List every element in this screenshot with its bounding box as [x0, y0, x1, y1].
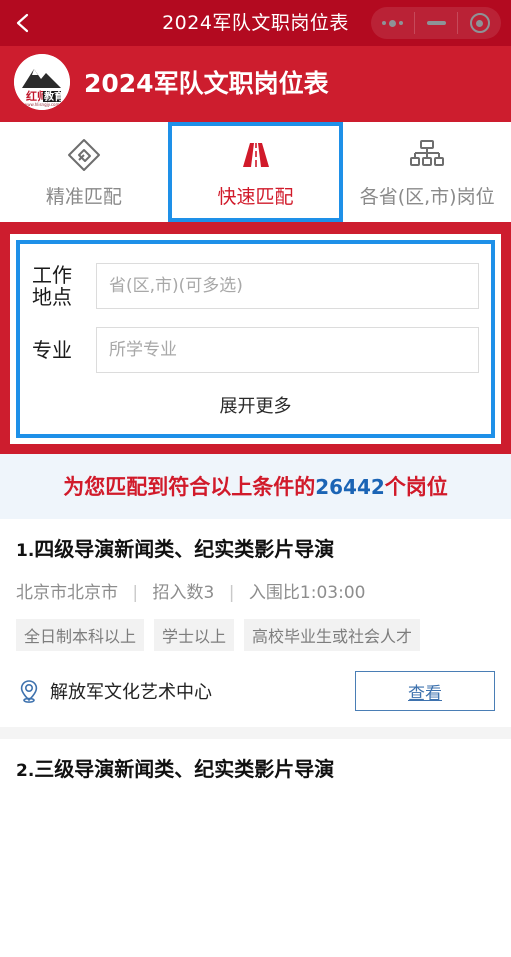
match-count: 26442 — [315, 475, 385, 499]
job-title: 1.四级导演新闻类、纪实类影片导演 — [16, 537, 495, 562]
window-close-button[interactable] — [458, 7, 501, 39]
tab-precise-match[interactable]: 精准匹配 — [0, 122, 168, 222]
job-meta: 北京市北京市 | 招入数3 | 入围比1:03:00 — [16, 578, 495, 603]
road-fast-icon — [238, 136, 274, 174]
job-tag: 高校毕业生或社会人才 — [244, 619, 421, 652]
more-dots-icon — [381, 19, 403, 27]
job-index: 2. — [16, 761, 35, 782]
major-label: 专业 — [32, 337, 72, 362]
search-panel-inner: 工作 地点 专业 展开更多 — [16, 240, 495, 438]
job-index: 1. — [16, 541, 35, 561]
puzzle-match-icon — [66, 136, 102, 174]
brand-title: 2024军队文职岗位表 — [84, 69, 329, 98]
match-prefix: 为您匹配到符合以上条件的 — [63, 475, 316, 499]
list-divider — [0, 727, 511, 740]
location-label: 工作 地点 — [32, 262, 90, 309]
job-headcount: 招入数3 — [152, 583, 215, 604]
location-pin-icon — [16, 678, 42, 704]
job-tags: 全日制本科以上 学士以上 高校毕业生或社会人才 — [16, 619, 495, 652]
window-controls — [371, 7, 501, 39]
tab-label: 各省(区,市)岗位 — [359, 185, 495, 208]
view-job-button[interactable]: 查看 — [355, 671, 495, 712]
search-panel: 工作 地点 专业 展开更多 — [10, 234, 501, 444]
job-title-text: 三级导演新闻类、纪实类影片导演 — [34, 757, 335, 782]
search-panel-outer: 工作 地点 专业 展开更多 — [0, 228, 511, 454]
meta-separator: | — [228, 583, 235, 604]
tabs-bar: 精准匹配 快速匹配 各省(区,市)岗位 — [0, 122, 511, 222]
org-tree-icon — [409, 136, 445, 174]
tab-province-jobs[interactable]: 各省(区,市)岗位 — [343, 122, 511, 222]
chevron-left-icon — [16, 13, 29, 33]
job-title: 2.三级导演新闻类、纪实类影片导演 — [16, 757, 495, 782]
expand-more-button[interactable]: 展开更多 — [32, 382, 479, 428]
svg-text:www.hlisngjy.com: www.hlisngjy.com — [24, 102, 59, 107]
minimize-icon — [426, 21, 446, 25]
job-list-item[interactable]: 1.四级导演新闻类、纪实类影片导演 北京市北京市 | 招入数3 | 入围比1:0… — [0, 519, 511, 728]
brand-header: 红师 教育 www.hlisngjy.com 2024军队文职岗位表 — [0, 46, 511, 118]
major-input[interactable] — [96, 327, 479, 373]
window-more-button[interactable] — [371, 7, 414, 39]
job-location: 北京市北京市 — [16, 583, 118, 604]
window-minimize-button[interactable] — [415, 7, 458, 39]
back-button[interactable] — [0, 0, 46, 46]
field-row-location: 工作 地点 — [32, 254, 479, 318]
job-organization: 解放军文化艺术中心 — [50, 682, 212, 704]
tab-label: 快速匹配 — [217, 185, 294, 208]
location-label-line1: 工作 — [32, 262, 72, 287]
job-ratio: 入围比1:03:00 — [248, 583, 366, 604]
tab-fast-match[interactable]: 快速匹配 — [167, 122, 344, 222]
mountain-logo-icon: 红师 教育 www.hlisngjy.com — [14, 54, 70, 110]
location-label-line2: 地点 — [32, 285, 72, 309]
job-list-item[interactable]: 2.三级导演新闻类、纪实类影片导演 — [0, 739, 511, 799]
location-input[interactable] — [96, 263, 479, 309]
meta-separator: | — [132, 583, 139, 604]
window-titlebar: 2024军队文职岗位表 — [0, 0, 511, 46]
target-circle-icon — [469, 13, 490, 33]
tab-label: 精准匹配 — [45, 185, 122, 208]
app-root: 2024军队文职岗位表 红师 教育 www.hlisngjy.com 2024军… — [0, 0, 511, 957]
tabs-container: 精准匹配 快速匹配 各省(区,市)岗位 — [0, 118, 511, 228]
field-row-major: 专业 — [32, 318, 479, 382]
job-tag: 全日制本科以上 — [16, 619, 145, 652]
match-suffix: 个岗位 — [384, 475, 448, 499]
job-footer: 解放军文化艺术中心 查看 — [16, 671, 495, 712]
job-title-text: 四级导演新闻类、纪实类影片导演 — [34, 537, 335, 561]
brand-logo: 红师 教育 www.hlisngjy.com — [14, 54, 70, 110]
job-tag: 学士以上 — [154, 619, 235, 652]
match-result-banner: 为您匹配到符合以上条件的26442个岗位 — [0, 454, 511, 519]
view-job-label: 查看 — [408, 683, 442, 704]
